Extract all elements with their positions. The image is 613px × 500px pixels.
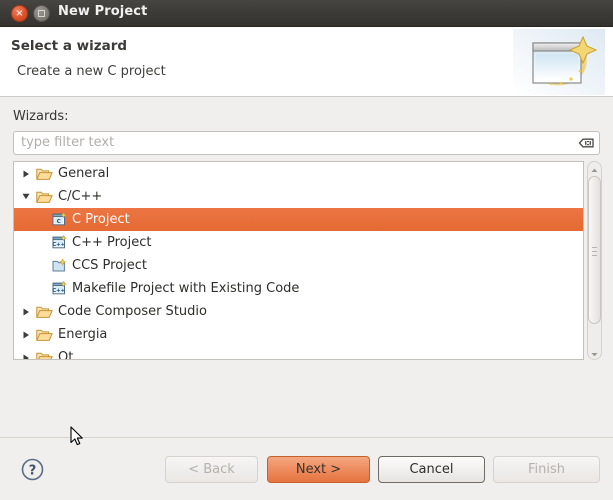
tree-item[interactable]: Energia xyxy=(14,323,583,346)
tree-item-label: Code Composer Studio xyxy=(58,304,207,319)
svg-text:?: ? xyxy=(29,464,37,479)
tree-item[interactable]: C/C++ xyxy=(14,185,583,208)
tree-item-label: Makefile Project with Existing Code xyxy=(72,281,300,296)
svg-text:C++: C++ xyxy=(52,288,65,294)
folder-icon xyxy=(36,304,53,319)
tree-item-label: C/C++ xyxy=(58,189,103,204)
tree-item-label: General xyxy=(58,166,110,181)
chevron-right-icon[interactable] xyxy=(19,346,33,359)
cancel-button[interactable]: Cancel xyxy=(378,456,485,483)
cpp-project-icon: C++ xyxy=(52,280,69,296)
tree-item[interactable]: C++ Makefile Project with Existing Code xyxy=(14,277,583,300)
tree-item-label: CCS Project xyxy=(72,258,148,273)
finish-button[interactable]: Finish xyxy=(493,456,600,483)
tree-item-label: C Project xyxy=(72,212,130,227)
tree-item-label: Energia xyxy=(58,327,108,342)
dialog-button-bar: ? < Back Next > Cancel Finish xyxy=(0,437,613,500)
scrollbar-thumb[interactable] xyxy=(588,176,601,324)
filter-field[interactable] xyxy=(13,131,600,155)
close-icon: × xyxy=(15,8,24,19)
c-project-icon: C xyxy=(52,211,69,227)
scroll-up-arrow-icon[interactable] xyxy=(588,162,601,175)
folder-icon xyxy=(36,350,53,359)
svg-text:C++: C++ xyxy=(52,242,65,248)
cpp-project-icon: C++ xyxy=(52,234,69,250)
page-description: Create a new C project xyxy=(17,64,166,79)
tree-item-label: Qt xyxy=(58,350,74,360)
tree-item[interactable]: Code Composer Studio xyxy=(14,300,583,323)
dialog-body: Wizards: General C/C++ C C Project C++ C++ Pr… xyxy=(0,97,613,437)
page-title: Select a wizard xyxy=(11,38,128,54)
wizard-tree[interactable]: General C/C++ C C Project C++ C++ Project CCS … xyxy=(13,161,584,360)
title-bar: × New Project xyxy=(0,0,613,27)
maximize-window-button[interactable] xyxy=(33,5,50,22)
window-title: New Project xyxy=(58,4,148,19)
chevron-right-icon[interactable] xyxy=(19,300,33,323)
maximize-icon xyxy=(38,10,45,17)
tree-item-selected[interactable]: C C Project xyxy=(14,208,583,231)
tree-scrollbar[interactable] xyxy=(587,161,602,360)
folder-icon xyxy=(36,327,53,342)
dialog-header: Select a wizard Create a new C project xyxy=(0,27,613,97)
back-button[interactable]: < Back xyxy=(165,456,258,483)
ccs-project-icon xyxy=(52,258,69,273)
chevron-down-icon[interactable] xyxy=(19,185,33,208)
svg-text:C: C xyxy=(57,219,61,225)
tree-item-label: C++ Project xyxy=(72,235,152,250)
tree-item[interactable]: Qt xyxy=(14,346,583,360)
folder-icon xyxy=(36,166,53,181)
folder-icon xyxy=(36,189,53,204)
wizards-label: Wizards: xyxy=(13,109,69,124)
scroll-down-arrow-icon[interactable] xyxy=(588,346,601,359)
tree-item[interactable]: CCS Project xyxy=(14,254,583,277)
help-question-icon[interactable]: ? xyxy=(20,457,45,482)
new-project-dialog: × New Project Select a wizard Create a n… xyxy=(0,0,613,500)
clear-field-icon[interactable] xyxy=(578,135,595,151)
chevron-right-icon[interactable] xyxy=(19,323,33,346)
chevron-right-icon[interactable] xyxy=(19,162,33,185)
wizard-window-sparkle-icon xyxy=(513,29,605,95)
tree-item[interactable]: C++ C++ Project xyxy=(14,231,583,254)
next-button[interactable]: Next > xyxy=(267,456,370,483)
tree-item[interactable]: General xyxy=(14,162,583,185)
close-window-button[interactable]: × xyxy=(11,5,28,22)
search-input[interactable] xyxy=(21,135,561,150)
